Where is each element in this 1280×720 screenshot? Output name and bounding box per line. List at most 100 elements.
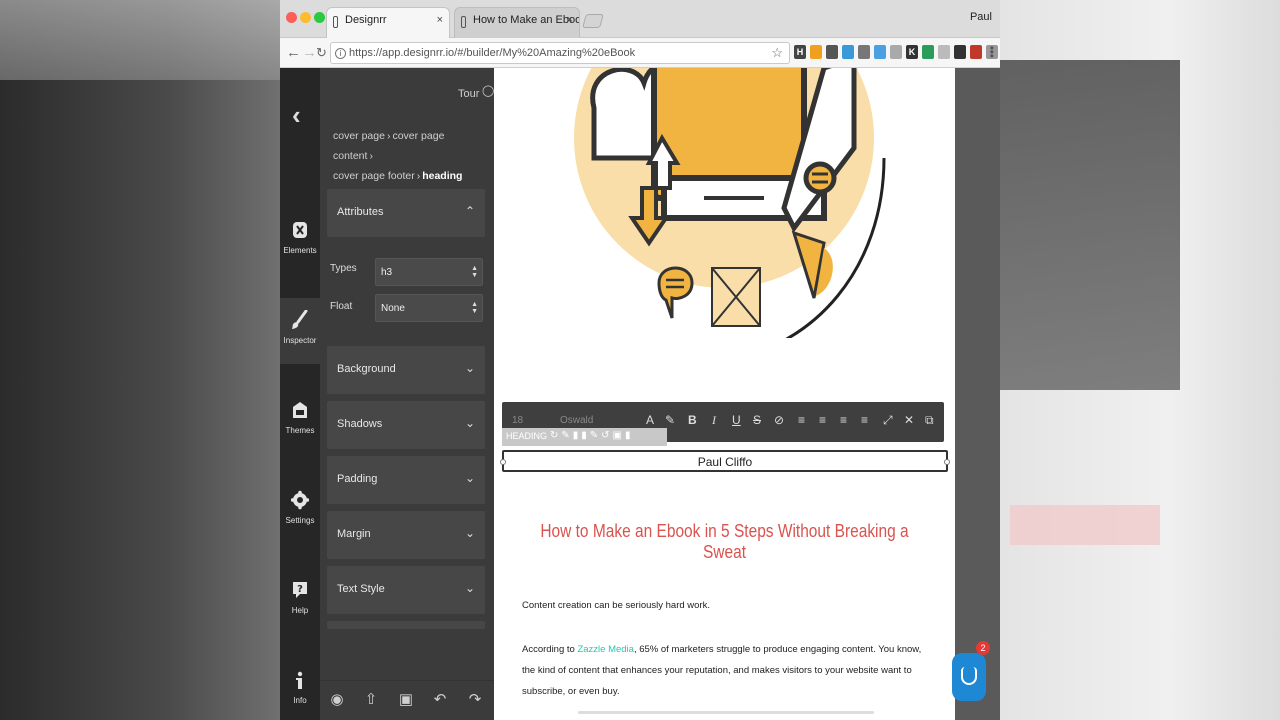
themes-icon	[293, 402, 307, 418]
strikethrough-icon[interactable]: S	[753, 413, 761, 427]
chevron-down-icon: ⌄	[464, 416, 475, 430]
accordion-label: Attributes	[337, 206, 384, 218]
lightbulb-icon[interactable]: ◯	[482, 84, 494, 97]
selected-heading-element[interactable]: Paul Cliffo	[500, 450, 950, 472]
gear-icon	[291, 490, 309, 510]
font-size-field[interactable]: 18	[512, 415, 523, 426]
extension-x-icon[interactable]	[890, 45, 902, 59]
extension-feather-icon[interactable]	[842, 45, 854, 59]
tab-close-icon[interactable]: ×	[437, 14, 443, 26]
rail-item-info[interactable]: Info	[280, 658, 320, 720]
float-select[interactable]: None ▲ ▼	[375, 294, 483, 322]
puzzle-icon	[293, 222, 307, 238]
undo-icon[interactable]: ↶	[431, 691, 449, 709]
breadcrumb-item[interactable]: cover page footer	[333, 170, 415, 182]
tour-link[interactable]: Tour	[458, 88, 479, 100]
clear-format-icon[interactable]: ✕	[904, 413, 914, 427]
minimize-window-button[interactable]	[300, 12, 311, 23]
resize-handle-right[interactable]	[944, 459, 950, 465]
heading-text[interactable]: Paul Cliffo	[504, 455, 946, 469]
bookmark-star-icon[interactable]: ☆	[771, 45, 783, 61]
font-family-select[interactable]: Oswald	[560, 415, 593, 426]
back-chevron-icon[interactable]: ‹	[292, 100, 301, 131]
align-justify-icon[interactable]: ≡	[861, 413, 868, 427]
cover-illustration[interactable]	[554, 68, 894, 338]
page-favicon-icon	[461, 16, 466, 28]
rail-label: Inspector	[283, 336, 317, 345]
accordion-shadows[interactable]: Shadows ⌄	[327, 401, 485, 449]
rail-item-help[interactable]: ? Help	[280, 568, 320, 634]
extension-check-icon[interactable]	[954, 45, 966, 59]
url-text: https://app.designrr.io/#/builder/My%20A…	[349, 47, 636, 59]
extension-c-icon[interactable]	[874, 45, 886, 59]
new-tab-button[interactable]	[582, 14, 604, 28]
export-icon[interactable]: ⇧	[362, 691, 380, 709]
article-title[interactable]: How to Make an Ebook in 5 Steps Without …	[526, 521, 922, 563]
tab-designrr[interactable]: Designrr ×	[326, 7, 450, 38]
extension-page-icon[interactable]	[938, 45, 950, 59]
paragraph-stats[interactable]: According to Zazzle Media, 65% of market…	[522, 639, 932, 702]
profile-name[interactable]: Paul	[970, 11, 992, 23]
breadcrumb-item[interactable]: cover page	[333, 130, 385, 142]
close-window-button[interactable]	[286, 12, 297, 23]
rail-item-elements[interactable]: Elements	[280, 208, 320, 274]
breadcrumb-separator-icon: ›	[369, 150, 373, 162]
accordion-margin[interactable]: Margin ⌄	[327, 511, 485, 559]
browser-menu-icon[interactable]: • • •	[990, 42, 994, 62]
zazzle-media-link[interactable]: Zazzle Media	[577, 644, 634, 655]
align-right-icon[interactable]: ≡	[840, 413, 847, 427]
tab-ebook-article[interactable]: How to Make an Ebook in 5 Ste ×	[454, 7, 580, 38]
reload-icon[interactable]: ↻	[316, 45, 327, 61]
extension-grid-icon[interactable]	[858, 45, 870, 59]
bold-icon[interactable]: B	[688, 413, 697, 427]
browser-window: Designrr × How to Make an Ebook in 5 Ste…	[280, 0, 1000, 720]
rail-label: Info	[293, 696, 307, 705]
element-action-icons[interactable]: ↻✎▮▮✎↺▣▮	[550, 430, 633, 441]
chat-unread-badge: 2	[976, 641, 990, 655]
rail-item-themes[interactable]: Themes	[280, 388, 320, 454]
types-select[interactable]: h3 ▲ ▼	[375, 258, 483, 286]
chevron-down-icon: ⌄	[464, 361, 475, 375]
browser-toolbar: ← → ↻ i https://app.designrr.io/#/builde…	[280, 38, 1000, 68]
extension-folder-icon[interactable]	[810, 45, 822, 59]
brush-icon	[292, 310, 308, 329]
text-color-icon[interactable]: A	[646, 413, 654, 427]
align-center-icon[interactable]: ≡	[819, 413, 826, 427]
highlight-brush-icon[interactable]: ✎	[665, 413, 675, 427]
accordion-next-partial[interactable]	[327, 621, 485, 629]
rail-item-inspector[interactable]: Inspector	[280, 298, 320, 364]
extension-red-icon[interactable]	[970, 45, 982, 59]
align-left-icon[interactable]: ≡	[798, 413, 805, 427]
maximize-window-button[interactable]	[314, 12, 325, 23]
accordion-attributes[interactable]: Attributes ⌃	[327, 189, 485, 237]
extension-hand-icon[interactable]	[826, 45, 838, 59]
accordion-padding[interactable]: Padding ⌄	[327, 456, 485, 504]
accordion-label: Padding	[337, 473, 378, 485]
preview-eye-icon[interactable]: ◉	[328, 691, 346, 709]
extension-h-icon[interactable]: H	[794, 45, 806, 59]
copy-format-icon[interactable]: ⧉	[925, 413, 934, 428]
save-icon[interactable]: ▣	[397, 691, 415, 709]
underline-icon[interactable]: U	[732, 413, 741, 427]
expand-icon[interactable]: ⤢	[883, 413, 893, 428]
address-bar[interactable]: i https://app.designrr.io/#/builder/My%2…	[330, 42, 790, 64]
select-arrows-icon: ▲ ▼	[471, 265, 478, 279]
italic-icon[interactable]: I	[712, 413, 716, 428]
rail-item-settings[interactable]: Settings	[280, 478, 320, 544]
chat-launcher-button[interactable]	[952, 653, 986, 701]
tab-title: Designrr	[345, 14, 387, 26]
rail-label: Themes	[285, 426, 315, 435]
accordion-background[interactable]: Background ⌄	[327, 346, 485, 394]
extension-k-icon[interactable]: K	[906, 45, 918, 59]
redo-icon[interactable]: ↷	[466, 691, 484, 709]
extension-g-icon[interactable]	[922, 45, 934, 59]
forward-arrow-icon[interactable]: →	[302, 44, 317, 61]
site-info-icon[interactable]: i	[335, 48, 346, 59]
inspector-panel: Tour ◯ cover page › cover page content › co…	[320, 68, 494, 720]
tab-close-icon[interactable]: ×	[567, 14, 573, 26]
page-scrollbar[interactable]	[578, 711, 874, 714]
accordion-text-style[interactable]: Text Style ⌄	[327, 566, 485, 614]
back-arrow-icon[interactable]: ←	[286, 44, 301, 61]
paragraph-intro[interactable]: Content creation can be seriously hard w…	[522, 595, 932, 616]
link-icon[interactable]: ⊘	[774, 413, 784, 427]
